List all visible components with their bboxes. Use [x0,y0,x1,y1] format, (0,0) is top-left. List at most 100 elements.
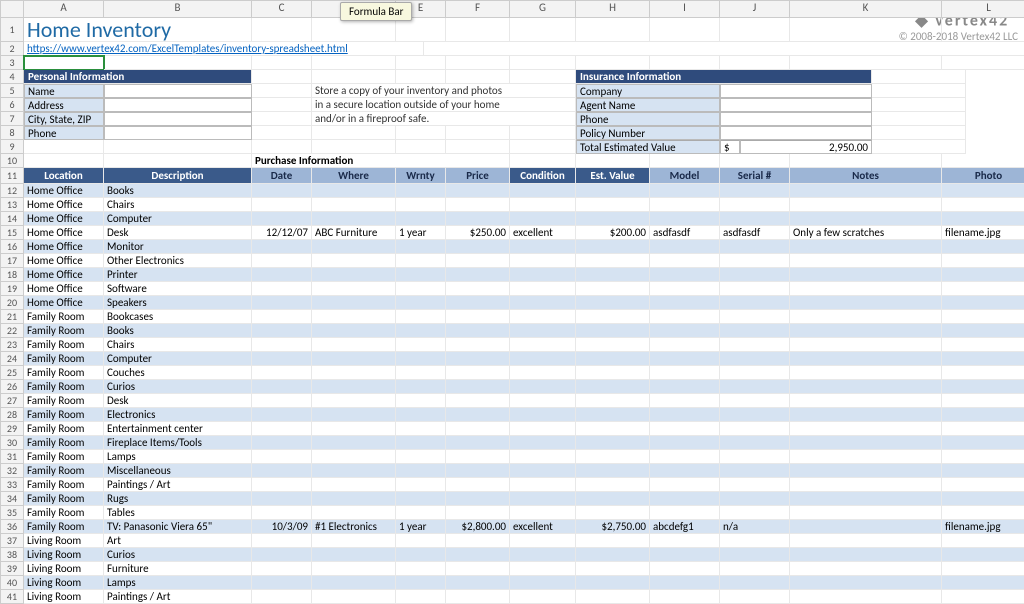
cell-notes[interactable] [790,352,942,366]
cell-description[interactable]: Fireplace Items/Tools [104,436,252,450]
cell-estvalue[interactable]: $2,750.00 [576,520,650,534]
cell-location[interactable]: Family Room [24,310,104,324]
cell-location[interactable]: Home Office [24,226,104,240]
cell-where[interactable] [312,450,396,464]
cell-where[interactable]: #1 Electronics [312,520,396,534]
row-hdr[interactable]: 12 [0,184,24,198]
cell-where[interactable] [312,212,396,226]
cell-price[interactable] [446,562,510,576]
cell-serial[interactable] [720,450,790,464]
row-hdr[interactable]: 40 [0,576,24,590]
cell-where[interactable] [312,366,396,380]
cell-wrnty[interactable] [396,534,446,548]
cell-serial[interactable] [720,478,790,492]
cell-wrnty[interactable] [396,338,446,352]
cell-wrnty[interactable] [396,254,446,268]
cell-description[interactable]: Miscellaneous [104,464,252,478]
cell-where[interactable] [312,506,396,520]
table-row[interactable]: 41Living RoomPaintings / Art [0,590,1024,604]
table-row[interactable]: 18Home OfficePrinter [0,268,1024,282]
cell-where[interactable] [312,562,396,576]
table-row[interactable]: 34Family RoomRugs [0,492,1024,506]
cell-notes[interactable] [790,492,942,506]
cell-notes[interactable] [790,590,942,604]
cell-notes[interactable] [790,506,942,520]
row-2[interactable]: 2 https://www.vertex42.com/ExcelTemplate… [0,42,1024,56]
cell-where[interactable] [312,184,396,198]
cell-wrnty[interactable] [396,352,446,366]
cell-description[interactable]: Art [104,534,252,548]
cell-price[interactable] [446,366,510,380]
cell-photo[interactable] [942,506,1024,520]
cell-date[interactable] [252,548,312,562]
cell-estvalue[interactable] [576,576,650,590]
cell-condition[interactable]: excellent [510,520,576,534]
cell-location[interactable]: Family Room [24,506,104,520]
cell-location[interactable]: Family Room [24,338,104,352]
cell-photo[interactable] [942,352,1024,366]
cell-model[interactable] [650,366,720,380]
cell-price[interactable] [446,296,510,310]
cell-photo[interactable] [942,296,1024,310]
cell-price[interactable] [446,184,510,198]
cell-price[interactable] [446,268,510,282]
cell-estvalue[interactable]: $200.00 [576,226,650,240]
cell-where[interactable] [312,422,396,436]
cell-serial[interactable] [720,254,790,268]
row-6[interactable]: 6 Address in a secure location outside o… [0,98,1024,112]
row-hdr[interactable]: 35 [0,506,24,520]
row-hdr[interactable]: 18 [0,268,24,282]
cell-condition[interactable] [510,464,576,478]
cell-estvalue[interactable] [576,464,650,478]
cell-date[interactable] [252,296,312,310]
table-row[interactable]: 15Home OfficeDesk12/12/07ABC Furniture1 … [0,226,1024,240]
cell-date[interactable]: 10/3/09 [252,520,312,534]
cell-price[interactable]: $2,800.00 [446,520,510,534]
col-hdr-A[interactable]: A [24,0,104,18]
cell-notes[interactable] [790,408,942,422]
cell-where[interactable] [312,310,396,324]
cell-wrnty[interactable] [396,492,446,506]
cell-model[interactable] [650,198,720,212]
cell-date[interactable] [252,450,312,464]
cell-where[interactable] [312,534,396,548]
cell-description[interactable]: Paintings / Art [104,590,252,604]
cell-date[interactable] [252,436,312,450]
cell-photo[interactable] [942,422,1024,436]
cell-condition[interactable] [510,548,576,562]
cell-photo[interactable] [942,436,1024,450]
row-hdr[interactable]: 34 [0,492,24,506]
cell-date[interactable] [252,394,312,408]
cell-notes[interactable] [790,422,942,436]
table-row[interactable]: 29Family RoomEntertainment center [0,422,1024,436]
cell-notes[interactable] [790,296,942,310]
cell-condition[interactable] [510,394,576,408]
cell-where[interactable] [312,240,396,254]
cell-location[interactable]: Family Room [24,324,104,338]
cell-location[interactable]: Living Room [24,562,104,576]
cell-date[interactable] [252,268,312,282]
row-hdr[interactable]: 16 [0,240,24,254]
cell-condition[interactable] [510,240,576,254]
cell-model[interactable] [650,310,720,324]
cell-condition[interactable] [510,324,576,338]
cell-description[interactable]: Couches [104,366,252,380]
cell-model[interactable] [650,450,720,464]
table-row[interactable]: 24Family RoomComputer [0,352,1024,366]
hdr-date[interactable]: Date [252,168,312,184]
pi-address-input[interactable] [104,98,252,112]
cell-notes[interactable] [790,212,942,226]
cell-photo[interactable]: filename.jpg [942,520,1024,534]
cell-estvalue[interactable] [576,184,650,198]
cell-condition[interactable] [510,576,576,590]
row-1[interactable]: 1 Home Inventory [0,18,1024,42]
cell-date[interactable] [252,338,312,352]
row-hdr[interactable]: 32 [0,464,24,478]
cell-wrnty[interactable] [396,324,446,338]
cell-location[interactable]: Family Room [24,520,104,534]
ins-company-input[interactable] [720,84,872,98]
cell-model[interactable] [650,338,720,352]
cell-estvalue[interactable] [576,436,650,450]
cell-estvalue[interactable] [576,590,650,604]
cell-serial[interactable] [720,548,790,562]
